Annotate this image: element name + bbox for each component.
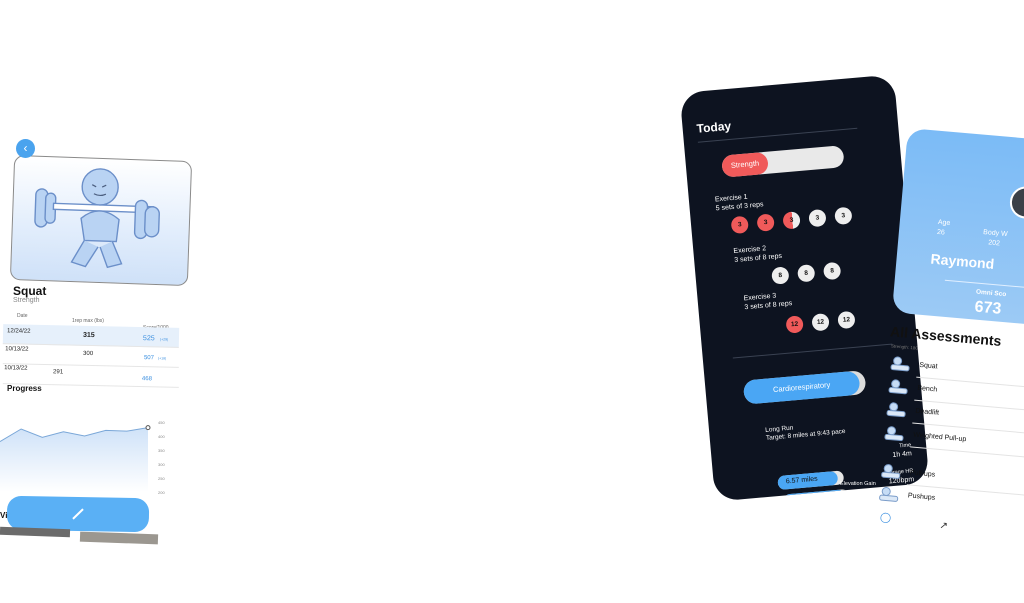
bench-figure-icon [887,378,910,396]
y-tick-label: 250 [158,476,165,481]
age-value: 26 [936,228,946,237]
pencil-icon [72,508,84,520]
exercise-2-label: Exercise 2 3 sets of 8 reps [733,245,783,264]
omni-score-value: 673 [973,298,1002,318]
row-date: 10/13/22 [5,346,29,353]
set-dot[interactable]: 8 [797,264,816,283]
row-delta: (+29) [159,337,169,342]
page-title: Today [696,118,732,136]
long-run-label: Long Run Target: 8 miles at 9:43 pace [764,424,846,442]
row-max: 300 [82,350,94,358]
strength-label: Strength [721,151,769,178]
row-max: 315 [82,331,95,340]
chevron-left-icon: ‹ [23,141,28,155]
col-max: 1rep max (lbs) [72,318,104,324]
bodyweight-value: 202 [987,239,1001,248]
row-max: 291 [53,369,64,376]
divider [732,343,893,359]
strength-progress[interactable]: Strength [721,145,845,178]
squat-detail-screen: ‹ Squat Strength Date 1rep max (lbs) Sco… [0,0,200,603]
section-title-videos: Vi [0,511,8,520]
row-date: 12/24/22 [7,328,31,335]
miles-value: 6.57 miles [777,470,839,491]
miles-progress[interactable]: 6.57 miles [777,470,845,491]
profile-tab-icon[interactable]: ◯ [879,512,891,524]
pullups-figure-icon [879,463,902,481]
pushups-figure-icon [877,486,900,504]
exercise-3-label: Exercise 3 3 sets of 8 reps [743,292,793,312]
progress-chart: 450 400 350 300 250 200 [0,420,165,495]
user-name: Raymond [930,250,995,273]
y-tick-label: 300 [158,462,165,467]
profile-card: Age 26 Body W 202 Raymond Omni Sco 673 [891,128,1024,328]
row-date: 10/13/22 [4,365,28,372]
progress-title: Progress [7,384,42,393]
set-dot[interactable]: 12 [785,315,804,334]
set-dot[interactable]: 3 [834,206,853,226]
squat-figure-icon [34,168,160,269]
y-tick-label: 200 [158,490,165,495]
avatar[interactable] [1008,185,1024,220]
age-label: Age [937,218,951,228]
set-dot[interactable]: 8 [771,266,790,285]
pace-value: 10:04 pace [782,489,846,502]
cardio-label: Cardiorespiratory [742,370,861,405]
set-dot[interactable]: 3 [730,215,749,235]
deadlift-figure-icon [885,401,908,419]
set-dot[interactable]: 8 [822,261,842,281]
exercise-illustration [9,154,193,287]
row-score: 468 [141,376,153,383]
set-dot[interactable]: 3 [782,211,801,230]
col-date: Date [17,313,28,319]
set-dot[interactable]: 3 [808,208,827,228]
video-thumbnail[interactable] [0,526,71,538]
cardio-progress[interactable]: Cardiorespiratory [742,370,867,405]
exercise-title: Squat [13,284,47,298]
exercise-1-label: Exercise 1 5 sets of 3 reps [714,193,764,213]
omni-score-label: Omni Sco [975,288,1007,299]
video-thumbnail[interactable] [79,531,159,545]
y-tick-label: 400 [158,434,165,439]
progress-point [145,425,151,431]
set-dot[interactable]: 12 [811,313,830,332]
set-dot[interactable]: 3 [756,213,775,232]
row-score: 507 [143,355,155,362]
pace-progress[interactable]: 10:04 pace [782,488,850,502]
pullup-figure-icon [883,425,906,443]
assessments-subtitle: Strength: 180 [890,343,919,351]
chart-tab-icon[interactable]: ↗ [939,520,948,532]
row-score: 525 [142,335,155,343]
exercise-category: Strength [13,297,40,304]
row-delta: (+18) [157,356,167,361]
progress-area [0,427,148,492]
back-button[interactable]: ‹ [16,139,35,158]
edit-button[interactable] [6,495,150,533]
squat-figure-icon [889,355,912,373]
y-tick-label: 350 [158,448,165,453]
set-dot[interactable]: 12 [837,310,856,330]
bodyweight-label: Body W [982,228,1008,239]
y-tick-label: 450 [158,420,165,425]
